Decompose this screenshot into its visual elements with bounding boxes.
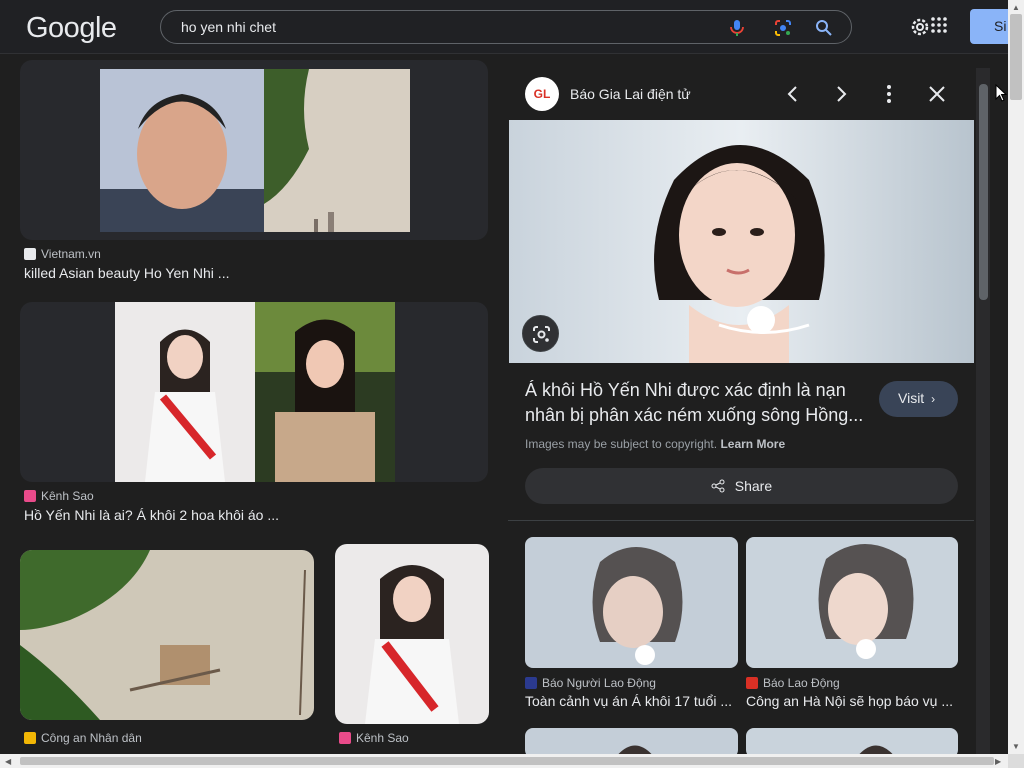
vertical-scrollbar[interactable] xyxy=(1008,0,1024,754)
more-options-icon[interactable] xyxy=(878,83,900,105)
chevron-left-icon[interactable] xyxy=(782,83,804,105)
search-input[interactable]: ho yen nhi chet xyxy=(181,19,276,35)
search-box[interactable]: ho yen nhi chet xyxy=(160,10,852,44)
share-button[interactable]: Share xyxy=(525,468,958,504)
result-source[interactable]: Kênh Sao xyxy=(24,489,94,503)
scroll-left-icon[interactable]: ◀ xyxy=(5,757,11,766)
preview-image[interactable] xyxy=(509,120,974,363)
related-source[interactable]: Báo Người Lao Động xyxy=(525,676,656,690)
result-title[interactable]: Hồ Yến Nhi là ai? Á khôi 2 hoa khôi áo .… xyxy=(24,507,484,523)
close-icon[interactable] xyxy=(926,83,948,105)
scrollbar-corner xyxy=(1008,754,1024,768)
preview-panel: GL Báo Gia Lai điện tử Á khôi Hồ Yến Nhi… xyxy=(508,68,974,754)
scroll-right-icon[interactable]: ▶ xyxy=(995,757,1001,766)
chevron-right-icon: › xyxy=(931,392,936,406)
google-lens-button[interactable] xyxy=(522,315,559,352)
result-image[interactable] xyxy=(335,544,489,724)
result-card[interactable] xyxy=(20,60,488,240)
result-card[interactable] xyxy=(20,302,488,482)
favicon-icon xyxy=(24,248,36,260)
favicon-icon xyxy=(339,732,351,744)
related-image[interactable] xyxy=(525,728,738,754)
image-results: Vietnam.vn killed Asian beauty Ho Yen Nh… xyxy=(0,54,500,754)
result-source[interactable]: Công an Nhân dân xyxy=(24,731,142,745)
result-source[interactable]: Vietnam.vn xyxy=(24,247,101,261)
result-image[interactable] xyxy=(20,550,314,720)
google-logo[interactable]: Google xyxy=(26,12,117,45)
copyright-notice: Images may be subject to copyright. Lear… xyxy=(525,437,786,451)
panel-header: GL Báo Gia Lai điện tử xyxy=(508,68,974,120)
share-icon xyxy=(711,479,725,493)
visit-button[interactable]: Visit › xyxy=(879,381,958,417)
related-image[interactable] xyxy=(746,728,958,754)
lens-icon[interactable] xyxy=(773,18,793,38)
related-image[interactable] xyxy=(746,537,958,668)
preview-title[interactable]: Á khôi Hồ Yến Nhi được xác định là nạn n… xyxy=(525,378,875,428)
scroll-up-icon[interactable]: ▲ xyxy=(1012,3,1020,12)
chevron-right-icon[interactable] xyxy=(830,83,852,105)
result-card[interactable] xyxy=(335,544,489,724)
favicon-icon xyxy=(24,490,36,502)
site-logo[interactable]: GL xyxy=(525,77,559,111)
top-bar: Google ho yen nhi chet Si xyxy=(0,0,1020,54)
divider xyxy=(508,520,974,521)
search-icon[interactable] xyxy=(814,18,834,38)
cursor-icon xyxy=(995,84,1007,102)
related-title[interactable]: Công an Hà Nội sẽ họp báo vụ ... xyxy=(746,693,958,709)
result-image[interactable] xyxy=(100,69,410,232)
vertical-scroll-thumb[interactable] xyxy=(1010,14,1022,100)
result-title[interactable]: killed Asian beauty Ho Yen Nhi ... xyxy=(24,265,484,281)
gear-icon[interactable] xyxy=(908,15,932,39)
scroll-down-icon[interactable]: ▼ xyxy=(1012,742,1020,751)
result-card[interactable] xyxy=(20,550,314,720)
apps-icon[interactable] xyxy=(930,16,948,34)
result-source[interactable]: Kênh Sao xyxy=(339,731,409,745)
lens-icon xyxy=(533,326,550,343)
learn-more-link[interactable]: Learn More xyxy=(720,437,785,451)
related-image[interactable] xyxy=(525,537,738,668)
favicon-icon xyxy=(24,732,36,744)
related-title[interactable]: Toàn cảnh vụ án Á khôi 17 tuổi ... xyxy=(525,693,738,709)
site-name[interactable]: Báo Gia Lai điện tử xyxy=(570,86,691,102)
panel-scroll-thumb[interactable] xyxy=(979,84,988,300)
horizontal-scroll-thumb[interactable] xyxy=(20,757,994,765)
mic-icon[interactable] xyxy=(727,18,747,38)
favicon-icon xyxy=(525,677,537,689)
favicon-icon xyxy=(746,677,758,689)
result-image[interactable] xyxy=(115,302,395,482)
related-source[interactable]: Báo Lao Động xyxy=(746,676,840,690)
